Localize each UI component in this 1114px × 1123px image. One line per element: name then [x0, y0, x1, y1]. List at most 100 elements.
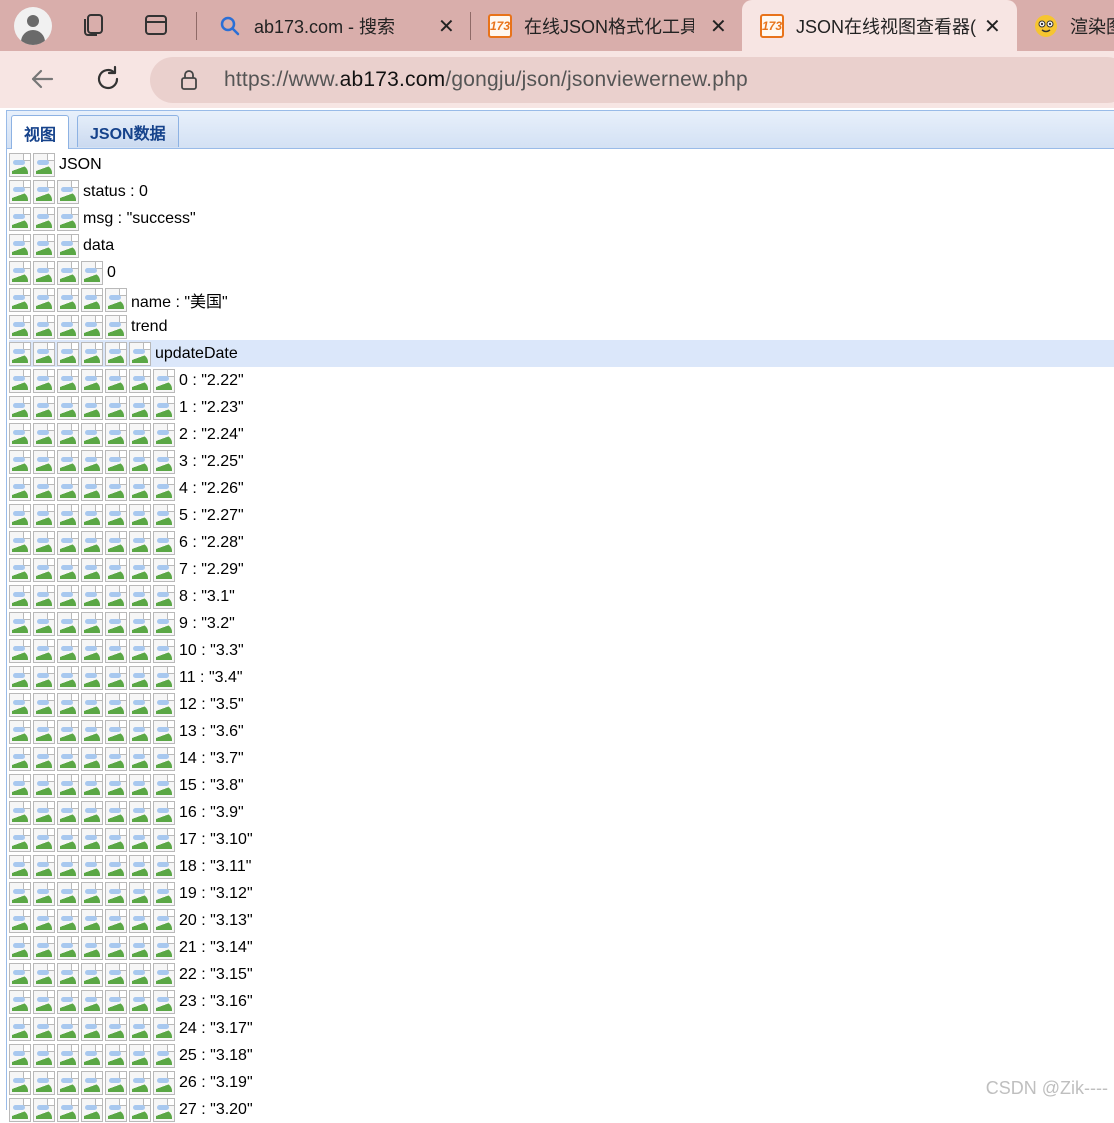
tree-node[interactable]: 6 : "2.28" — [9, 529, 1114, 556]
tree-node[interactable]: 17 : "3.10" — [9, 826, 1114, 853]
tree-node[interactable]: 8 : "3.1" — [9, 583, 1114, 610]
tree-node[interactable]: 4 : "2.26" — [9, 475, 1114, 502]
tree-node[interactable]: 16 : "3.9" — [9, 799, 1114, 826]
profile-avatar-icon[interactable] — [14, 7, 52, 45]
tree-node[interactable]: name : "美国" — [9, 286, 1114, 313]
tree-node[interactable]: 9 : "3.2" — [9, 610, 1114, 637]
tree-node[interactable]: 22 : "3.15" — [9, 961, 1114, 988]
tree-node-label: 9 : "3.2" — [179, 614, 235, 632]
tree-node-icon[interactable] — [153, 557, 175, 582]
tree-node[interactable]: 0 : "2.22" — [9, 367, 1114, 394]
tree-node-icon[interactable] — [153, 1016, 175, 1041]
reload-icon[interactable] — [92, 63, 124, 95]
tree-node-icon[interactable] — [153, 503, 175, 528]
tree-node[interactable]: 0 — [9, 259, 1114, 286]
tree-node-icon[interactable] — [153, 719, 175, 744]
tree-node[interactable]: 20 : "3.13" — [9, 907, 1114, 934]
tree-node-icon[interactable] — [153, 638, 175, 663]
tree-node-icon[interactable] — [153, 1097, 175, 1122]
tree-node-icon[interactable] — [153, 449, 175, 474]
tree-node-icon[interactable] — [153, 746, 175, 771]
tab-close-icon[interactable]: ✕ — [710, 14, 727, 39]
tree-node[interactable]: updateDate — [9, 340, 1114, 367]
tree-node[interactable]: msg : "success" — [9, 205, 1114, 232]
workspaces-icon[interactable] — [80, 12, 106, 38]
tree-node-icon[interactable] — [129, 341, 151, 366]
tree-node[interactable]: 27 : "3.20" — [9, 1096, 1114, 1123]
tree-node[interactable]: 10 : "3.3" — [9, 637, 1114, 664]
browser-tab-search[interactable]: ab173.com - 搜索 ✕ — [218, 0, 468, 51]
lock-icon[interactable] — [178, 69, 200, 91]
tree-node[interactable]: 26 : "3.19" — [9, 1069, 1114, 1096]
address-bar[interactable]: https://www.ab173.com/gongju/json/jsonvi… — [150, 57, 1114, 103]
tree-node[interactable]: 7 : "2.29" — [9, 556, 1114, 583]
tree-node[interactable]: data — [9, 232, 1114, 259]
tree-node-icon[interactable] — [153, 1070, 175, 1095]
tree-node-icon[interactable] — [81, 260, 103, 285]
tree-node-label: 25 : "3.18" — [179, 1046, 253, 1064]
tree-node[interactable]: 11 : "3.4" — [9, 664, 1114, 691]
tree-node-icon[interactable] — [153, 611, 175, 636]
browser-tab-render[interactable]: 渲染图 — [1034, 0, 1114, 51]
tree-node[interactable]: 5 : "2.27" — [9, 502, 1114, 529]
tree-node-icon[interactable] — [153, 935, 175, 960]
tree-node-icon[interactable] — [153, 692, 175, 717]
tree-node-icon[interactable] — [153, 530, 175, 555]
broken-image-icon — [9, 854, 31, 879]
tree-node-icon[interactable] — [153, 422, 175, 447]
tree-node[interactable]: 12 : "3.5" — [9, 691, 1114, 718]
tree-node-icon[interactable] — [57, 179, 79, 204]
tree-node-icon[interactable] — [57, 233, 79, 258]
tab-actions-icon[interactable] — [143, 12, 169, 38]
broken-image-icon — [33, 935, 55, 960]
tree-node-icon[interactable] — [105, 314, 127, 339]
tab-close-icon[interactable]: ✕ — [438, 14, 455, 39]
tree-node-icon[interactable] — [153, 989, 175, 1014]
tree-node-icon[interactable] — [33, 152, 55, 177]
browser-tab-json-viewer[interactable]: 173 JSON在线视图查看器( ✕ — [742, 0, 1017, 51]
tree-node-icon[interactable] — [153, 1043, 175, 1068]
broken-image-icon — [129, 989, 151, 1014]
tree-node[interactable]: 23 : "3.16" — [9, 988, 1114, 1015]
tree-node[interactable]: 2 : "2.24" — [9, 421, 1114, 448]
broken-image-icon — [57, 989, 79, 1014]
tree-node[interactable]: 14 : "3.7" — [9, 745, 1114, 772]
tab-close-icon[interactable]: ✕ — [984, 14, 1001, 39]
tree-node[interactable]: 13 : "3.6" — [9, 718, 1114, 745]
tree-node-icon[interactable] — [153, 854, 175, 879]
browser-tab-json-formatter[interactable]: 173 在线JSON格式化工具- ✕ — [488, 0, 740, 51]
url-text[interactable]: https://www.ab173.com/gongju/json/jsonvi… — [224, 68, 748, 92]
tree-node-icon[interactable] — [153, 800, 175, 825]
tree-node-icon[interactable] — [105, 287, 127, 312]
tree-node[interactable]: 25 : "3.18" — [9, 1042, 1114, 1069]
broken-image-icon — [105, 746, 127, 771]
tree-node[interactable]: trend — [9, 313, 1114, 340]
back-arrow-icon[interactable] — [26, 63, 58, 95]
tree-node[interactable]: JSON — [9, 151, 1114, 178]
tree-node[interactable]: 19 : "3.12" — [9, 880, 1114, 907]
tree-node-icon[interactable] — [57, 206, 79, 231]
tree-node[interactable]: 21 : "3.14" — [9, 934, 1114, 961]
tree-node-icon[interactable] — [153, 368, 175, 393]
tree-node[interactable]: 18 : "3.11" — [9, 853, 1114, 880]
tree-node[interactable]: status : 0 — [9, 178, 1114, 205]
tree-node-icon[interactable] — [153, 665, 175, 690]
broken-image-icon — [33, 854, 55, 879]
tree-node-icon[interactable] — [153, 584, 175, 609]
tree-node[interactable]: 24 : "3.17" — [9, 1015, 1114, 1042]
tree-node-label: name : "美国" — [131, 293, 228, 311]
broken-image-icon — [33, 206, 55, 231]
tree-node-icon[interactable] — [153, 962, 175, 987]
tree-node-icon[interactable] — [153, 827, 175, 852]
tree-node-icon[interactable] — [153, 395, 175, 420]
tree-node-icon[interactable] — [153, 476, 175, 501]
tab-view[interactable]: 视图 — [11, 115, 70, 149]
tree-node-icon[interactable] — [153, 908, 175, 933]
tree-node[interactable]: 3 : "2.25" — [9, 448, 1114, 475]
tree-node-icon[interactable] — [153, 881, 175, 906]
tree-node-icon[interactable] — [153, 773, 175, 798]
tree-node[interactable]: 1 : "2.23" — [9, 394, 1114, 421]
tab-json-data[interactable]: JSON数据 — [77, 115, 179, 147]
tree-node[interactable]: 15 : "3.8" — [9, 772, 1114, 799]
broken-image-icon — [81, 341, 103, 366]
